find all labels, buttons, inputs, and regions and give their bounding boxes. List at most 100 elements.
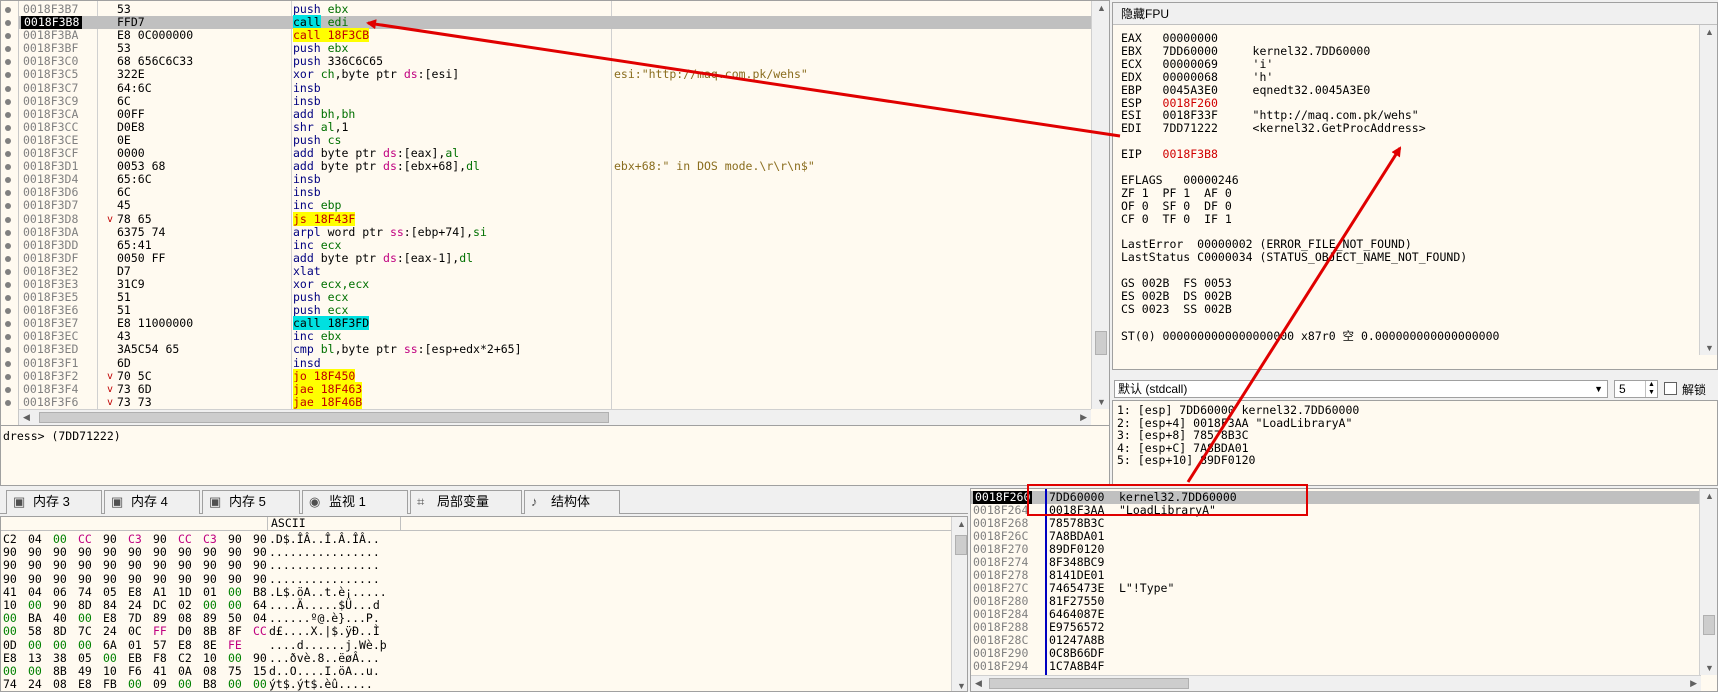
register-line[interactable]: ECX 00000069 'i' — [1121, 57, 1273, 71]
dump-hex-row[interactable]: 90 90 90 90 90 90 90 90 90 90 90 — [3, 559, 278, 572]
dump-hex-row[interactable]: 00 58 8D 7C 24 0C FF D0 8B 8F CC — [3, 625, 278, 638]
tab-1[interactable]: ▣ 内存 3 — [6, 490, 102, 514]
scroll-up-icon[interactable]: ▲ — [1705, 27, 1714, 37]
tab-2[interactable]: ▣ 内存 4 — [104, 490, 200, 514]
register-line[interactable]: ST(0) 0000000000000000000 x87r0 空 0.0000… — [1121, 328, 1499, 344]
breakpoint-dot-icon[interactable] — [5, 111, 11, 118]
dump-hex-row[interactable]: 90 90 90 90 90 90 90 90 90 90 90 — [3, 546, 278, 559]
disassembly-row[interactable]: 0018F3D1 0053 68 add byte ptr ds:[ebx+68],… — [5, 160, 1091, 173]
tab-3[interactable]: ▣ 内存 5 — [202, 490, 300, 514]
disassembly-row[interactable]: 0018F3F1 6D insd — [5, 356, 1091, 370]
disassembly-row[interactable]: 0018F3E2 D7 xlat — [5, 264, 1091, 278]
disassembly-row[interactable]: 0018F3CE 0E push cs — [5, 133, 1091, 147]
stack-horizontal-scrollbar[interactable]: ◀ ▶ — [971, 675, 1701, 691]
dump-hex-row[interactable]: C2 04 00 CC 90 C3 90 CC C3 90 90 — [3, 533, 278, 546]
scroll-right-icon[interactable]: ▶ — [1080, 412, 1087, 423]
scroll-left-icon[interactable]: ◀ — [23, 412, 30, 423]
disassembly-row[interactable]: 0018F3C5 322E xor ch,byte ptr ds:[esi] esi:… — [5, 68, 1091, 81]
breakpoint-dot-icon[interactable] — [5, 229, 11, 236]
stepper-arrows-icon[interactable]: ▲ ▼ — [1645, 381, 1657, 397]
scroll-up-icon[interactable]: ▲ — [1097, 3, 1106, 13]
register-line[interactable]: ZF 1 PF 1 AF 0 — [1121, 186, 1232, 200]
tab-6[interactable]: ♪ 结构体 — [524, 490, 620, 514]
breakpoint-dot-icon[interactable] — [5, 137, 11, 144]
disassembly-row[interactable]: 0018F3DF 0050 FF add byte ptr ds:[eax-1],d… — [5, 251, 1091, 265]
registers-pane[interactable]: 隐藏FPU EAX 00000000 EBX 7DD60000 kernel32.… — [1112, 2, 1718, 370]
disassembly-row[interactable]: 0018F3C9 6C insb — [5, 94, 1091, 108]
dump-hex-row[interactable]: 00 BA 40 00 E8 7D 89 08 89 50 04 — [3, 612, 278, 625]
disassembly-row[interactable]: 0018F3BA E8 0C000000 call 18F3CB — [5, 28, 1091, 43]
dump-hex-row[interactable]: 00 00 8B 49 10 F6 41 0A 08 75 15 — [3, 665, 278, 678]
register-line[interactable]: EBP 0045A3E0 eqnedt32.0045A3E0 — [1121, 83, 1370, 97]
arg-count-stepper[interactable]: 5 ▲ ▼ — [1614, 380, 1658, 398]
disassembly-row[interactable]: 0018F3F6 v 73 73 jae 18F46B — [5, 394, 1091, 409]
register-line[interactable]: OF 0 SF 0 DF 0 — [1121, 199, 1232, 213]
disassembly-row[interactable]: 0018F3D6 6C insb — [5, 186, 1091, 199]
disassembly-row[interactable]: 0018F3E7 E8 11000000 call 18F3FD — [5, 316, 1091, 331]
register-line[interactable]: EDI 7DD71222 <kernel32.GetProcAddress> — [1121, 121, 1426, 135]
call-arguments-list[interactable]: 1: [esp] 7DD60000 kernel32.7DD60000 2: [e… — [1112, 400, 1718, 486]
disassembly-row[interactable]: 0018F3DD 65:41 inc ecx — [5, 238, 1091, 252]
scroll-thumb[interactable] — [39, 412, 609, 423]
disassembly-pane[interactable]: 0018F3B7 53 push ebx 0018F3B8 FFD7 call edi 00… — [0, 0, 1110, 426]
breakpoint-dot-icon[interactable] — [5, 124, 11, 131]
register-line[interactable]: EIP 0018F3B8 — [1121, 147, 1218, 161]
disassembly-vertical-scrollbar[interactable]: ▲ ▼ — [1091, 1, 1109, 409]
stack-scrollbar[interactable]: ▲ ▼ — [1699, 489, 1717, 675]
dump-hex-row[interactable]: E8 13 38 05 00 EB F8 C2 10 00 90 — [3, 651, 278, 665]
disassembly-horizontal-scrollbar[interactable]: ◀ ▶ — [19, 409, 1091, 425]
hide-fpu-toggle[interactable]: 隐藏FPU — [1113, 3, 1717, 25]
breakpoint-dot-icon[interactable] — [5, 399, 11, 406]
register-line[interactable]: LastError 00000002 (ERROR_FILE_NOT_FOUND… — [1121, 237, 1412, 251]
scroll-down-icon[interactable]: ▼ — [957, 681, 966, 691]
scroll-right-icon[interactable]: ▶ — [1690, 678, 1697, 689]
disassembly-row[interactable]: 0018F3DA 6375 74 arpl word ptr ss:[ebp+74]… — [5, 225, 1091, 239]
breakpoint-dot-icon[interactable] — [5, 85, 11, 92]
breakpoint-dot-icon[interactable] — [5, 268, 11, 275]
breakpoint-dot-icon[interactable] — [5, 98, 11, 105]
memory-dump-pane[interactable]: ASCII C2 04 00 CC 90 C3 90 CC C3 90 90 .D$.ÎÂ..Î.Â.… — [0, 516, 968, 692]
dump-hex-row[interactable]: 74 24 08 E8 FB 00 09 00 B8 00 00 — [3, 678, 278, 691]
call-argument-row[interactable]: 5: [esp+10] 89DF0120 — [1117, 453, 1255, 467]
disassembly-row[interactable]: 0018F3C7 64:6C insb — [5, 81, 1091, 95]
scroll-thumb[interactable] — [1703, 615, 1715, 635]
disassembly-row[interactable]: 0018F3D7 45 inc ebp — [5, 199, 1091, 212]
register-line[interactable]: EAX 00000000 — [1121, 31, 1218, 45]
register-line[interactable]: EFLAGS 00000246 — [1121, 173, 1239, 187]
disassembly-row[interactable]: 0018F3D8 v 78 65 js 18F43F — [5, 211, 1091, 226]
disassembly-row[interactable]: 0018F3B7 53 push ebx — [5, 2, 1091, 16]
disassembly-row[interactable]: 0018F3E3 31C9 xor ecx,ecx — [5, 277, 1091, 291]
dump-hex-row[interactable]: 41 04 06 74 05 E8 A1 1D 01 00 B8 — [3, 585, 278, 599]
scroll-thumb[interactable] — [955, 535, 967, 555]
scroll-down-icon[interactable]: ▼ — [1705, 343, 1714, 353]
tab-5[interactable]: ⌗ 局部变量 — [410, 490, 522, 514]
breakpoint-dot-icon[interactable] — [5, 242, 11, 249]
scroll-up-icon[interactable]: ▲ — [957, 519, 966, 529]
scroll-thumb[interactable] — [1095, 331, 1107, 355]
breakpoint-dot-icon[interactable] — [5, 360, 11, 367]
tab-4[interactable]: ◉ 监视 1 — [302, 490, 408, 514]
unlock-checkbox[interactable] — [1664, 382, 1677, 395]
register-line[interactable]: CS 0023 SS 002B — [1121, 302, 1232, 316]
scroll-left-icon[interactable]: ◀ — [975, 678, 982, 689]
scroll-down-icon[interactable]: ▼ — [1097, 397, 1106, 407]
disassembly-row[interactable]: 0018F3F2 v 70 5C jo 18F450 — [5, 368, 1091, 383]
call-convention-select[interactable]: 默认 (stdcall) ▼ — [1114, 380, 1608, 398]
disassembly-row[interactable]: 0018F3EC 43 inc ebx — [5, 330, 1091, 343]
disassembly-row[interactable]: 0018F3CF 0000 add byte ptr ds:[eax],al — [5, 146, 1091, 160]
register-line[interactable]: ESI 0018F33F "http://maq.com.pk/wehs" — [1121, 108, 1419, 122]
register-line[interactable]: EDX 00000068 'h' — [1121, 70, 1273, 84]
register-line[interactable]: LastStatus C0000034 (STATUS_OBJECT_NAME_… — [1121, 250, 1467, 264]
breakpoint-dot-icon[interactable] — [5, 7, 11, 13]
dump-hex-row[interactable]: 10 00 90 8D 84 24 DC 02 00 00 64 — [3, 599, 278, 612]
breakpoint-dot-icon[interactable] — [5, 151, 11, 158]
breakpoint-dot-icon[interactable] — [5, 386, 11, 393]
breakpoint-dot-icon[interactable] — [5, 216, 11, 223]
disassembly-row[interactable]: 0018F3E5 51 push ecx — [5, 290, 1091, 304]
dump-hex-row[interactable]: 90 90 90 90 90 90 90 90 90 90 90 — [3, 572, 278, 586]
scroll-up-icon[interactable]: ▲ — [1705, 491, 1714, 501]
dump-hex-row[interactable]: 0D 00 00 00 6A 01 57 E8 8E FE — [3, 638, 253, 652]
register-line[interactable]: CF 0 TF 0 IF 1 — [1121, 212, 1232, 226]
breakpoint-dot-icon[interactable] — [5, 255, 11, 262]
registers-scrollbar[interactable]: ▲ ▼ — [1699, 25, 1717, 355]
